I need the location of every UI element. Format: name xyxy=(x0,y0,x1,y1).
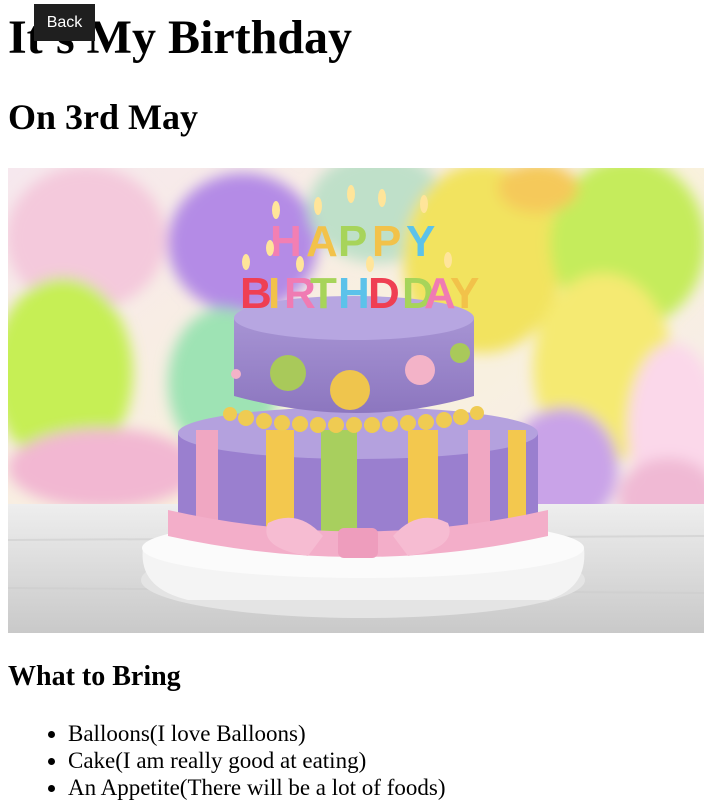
back-button[interactable]: Back xyxy=(34,4,95,41)
svg-text:P: P xyxy=(338,217,367,266)
list-item: Cake(I am really good at eating) xyxy=(68,747,445,774)
svg-text:Y: Y xyxy=(450,269,479,318)
svg-text:A: A xyxy=(306,217,338,266)
list-item: Balloons(I love Balloons) xyxy=(68,720,445,747)
svg-text:D: D xyxy=(368,269,400,318)
bring-list: Balloons(I love Balloons) Cake(I am real… xyxy=(28,720,445,801)
page-subtitle: On 3rd May xyxy=(8,97,199,137)
svg-text:H: H xyxy=(338,269,370,318)
section-heading-what-to-bring: What to Bring xyxy=(8,661,181,692)
svg-text:T: T xyxy=(310,269,337,318)
svg-text:H: H xyxy=(270,217,302,266)
svg-text:Y: Y xyxy=(406,217,435,266)
svg-text:P: P xyxy=(372,217,401,266)
svg-text:I: I xyxy=(268,269,280,318)
svg-text:B: B xyxy=(240,269,272,318)
birthday-cake-image: H A P P Y B I R T H D D A Y xyxy=(8,168,704,633)
